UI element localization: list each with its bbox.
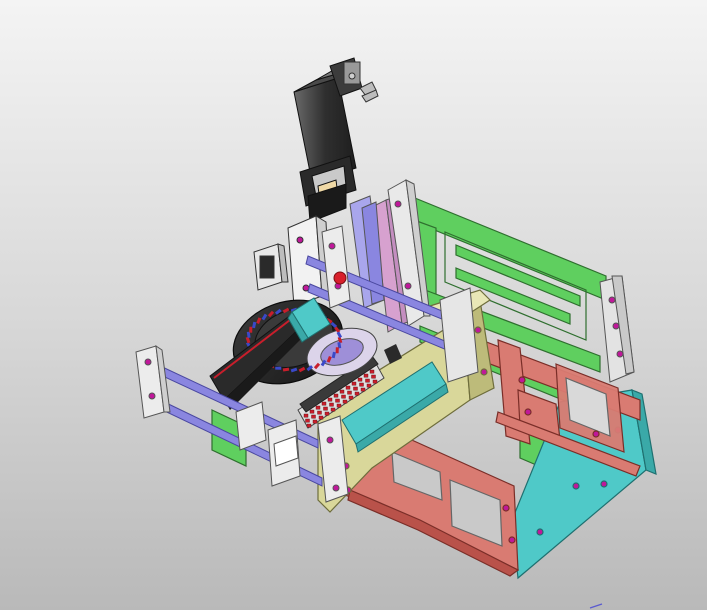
cad-assembly-model [135,57,657,609]
connector-pin [309,409,315,414]
connector-pin [341,394,346,399]
connector-pin [353,386,358,391]
end-plates [599,275,635,383]
connector-pin [324,411,330,416]
connector-pin [371,374,376,379]
connector-pin [305,418,310,423]
connector-pin [347,390,352,395]
connector-pin [357,377,363,382]
dial-mark [275,366,282,370]
connector-pin [345,385,351,390]
connector-pin [321,401,327,406]
connector-pin [329,402,334,407]
connector-pin [318,415,324,420]
connector-pin [315,405,321,410]
dial-mark [249,326,253,333]
connector-pin [351,381,357,386]
connector-pin [372,379,378,384]
cad-viewport[interactable] [0,0,707,610]
dial-mark [335,347,339,354]
connector-pin [330,407,336,412]
connector-pin [363,373,369,378]
connector-pin [303,413,309,418]
connector-pin [360,387,366,392]
connector-pin [369,369,375,374]
connector-pin [317,410,322,415]
connector-pin [333,393,339,398]
connector-pin [365,378,370,383]
connector-pin [354,391,360,396]
connector-pin [306,423,312,428]
axis-triad [589,603,603,609]
connector-pin [366,383,372,388]
connector-pin [327,397,333,402]
connector-pin [342,399,348,404]
connector-pin [339,389,345,394]
connector-pin [323,406,328,411]
connector-pin [359,382,364,387]
connector-pin [336,403,342,408]
connector-pin [348,395,354,400]
connector-pin [311,414,316,419]
connector-pin [335,398,340,403]
connector-pin [312,419,318,424]
